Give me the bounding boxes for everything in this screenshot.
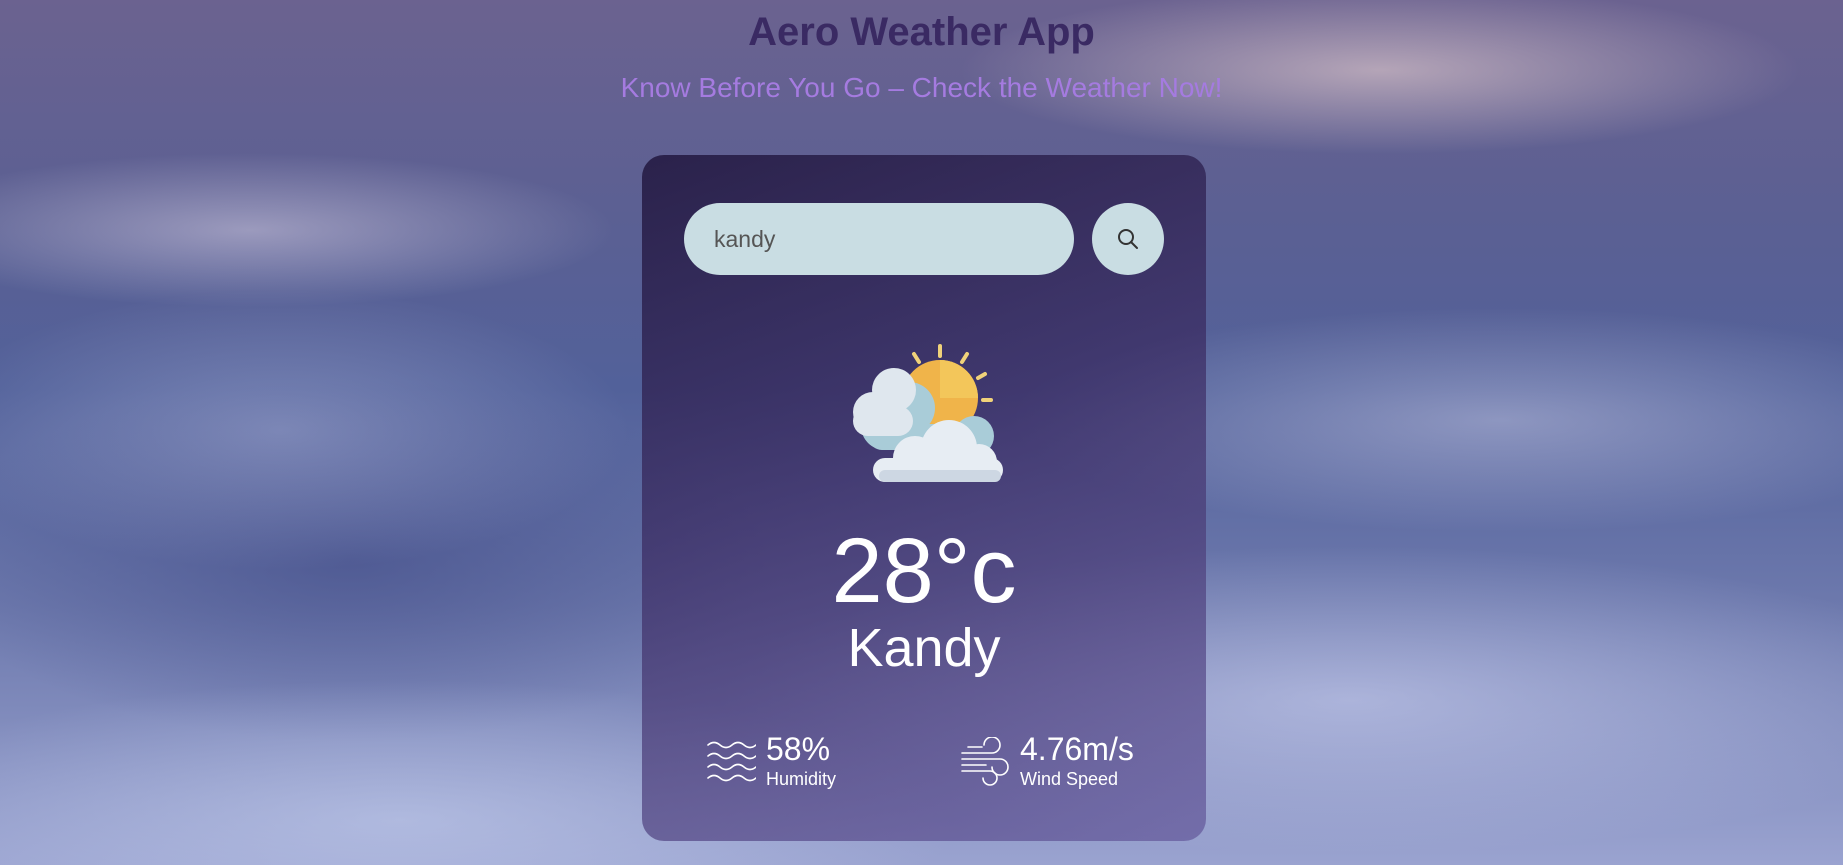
partly-cloudy-icon	[853, 344, 1003, 482]
wind-detail: 4.76m/s Wind Speed	[960, 733, 1134, 790]
weather-card: 28°c Kandy 58% Humidity 4	[642, 155, 1206, 841]
temperature: 28°c	[831, 520, 1017, 622]
humidity-detail: 58% Humidity	[706, 733, 836, 790]
wind-value: 4.76m/s	[1020, 731, 1134, 767]
humidity-value: 58%	[766, 731, 831, 767]
search-button[interactable]	[1092, 203, 1164, 275]
city-name: Kandy	[847, 618, 1001, 678]
search-icon	[1118, 229, 1138, 249]
app-subtitle: Know Before You Go – Check the Weather N…	[620, 72, 1223, 103]
humidity-label: Humidity	[766, 769, 837, 789]
wind-label: Wind Speed	[1020, 769, 1119, 789]
humidity-icon	[707, 741, 756, 781]
app-title: Aero Weather App	[748, 10, 1095, 54]
search-input[interactable]	[684, 203, 1074, 275]
wind-icon	[961, 736, 1009, 786]
